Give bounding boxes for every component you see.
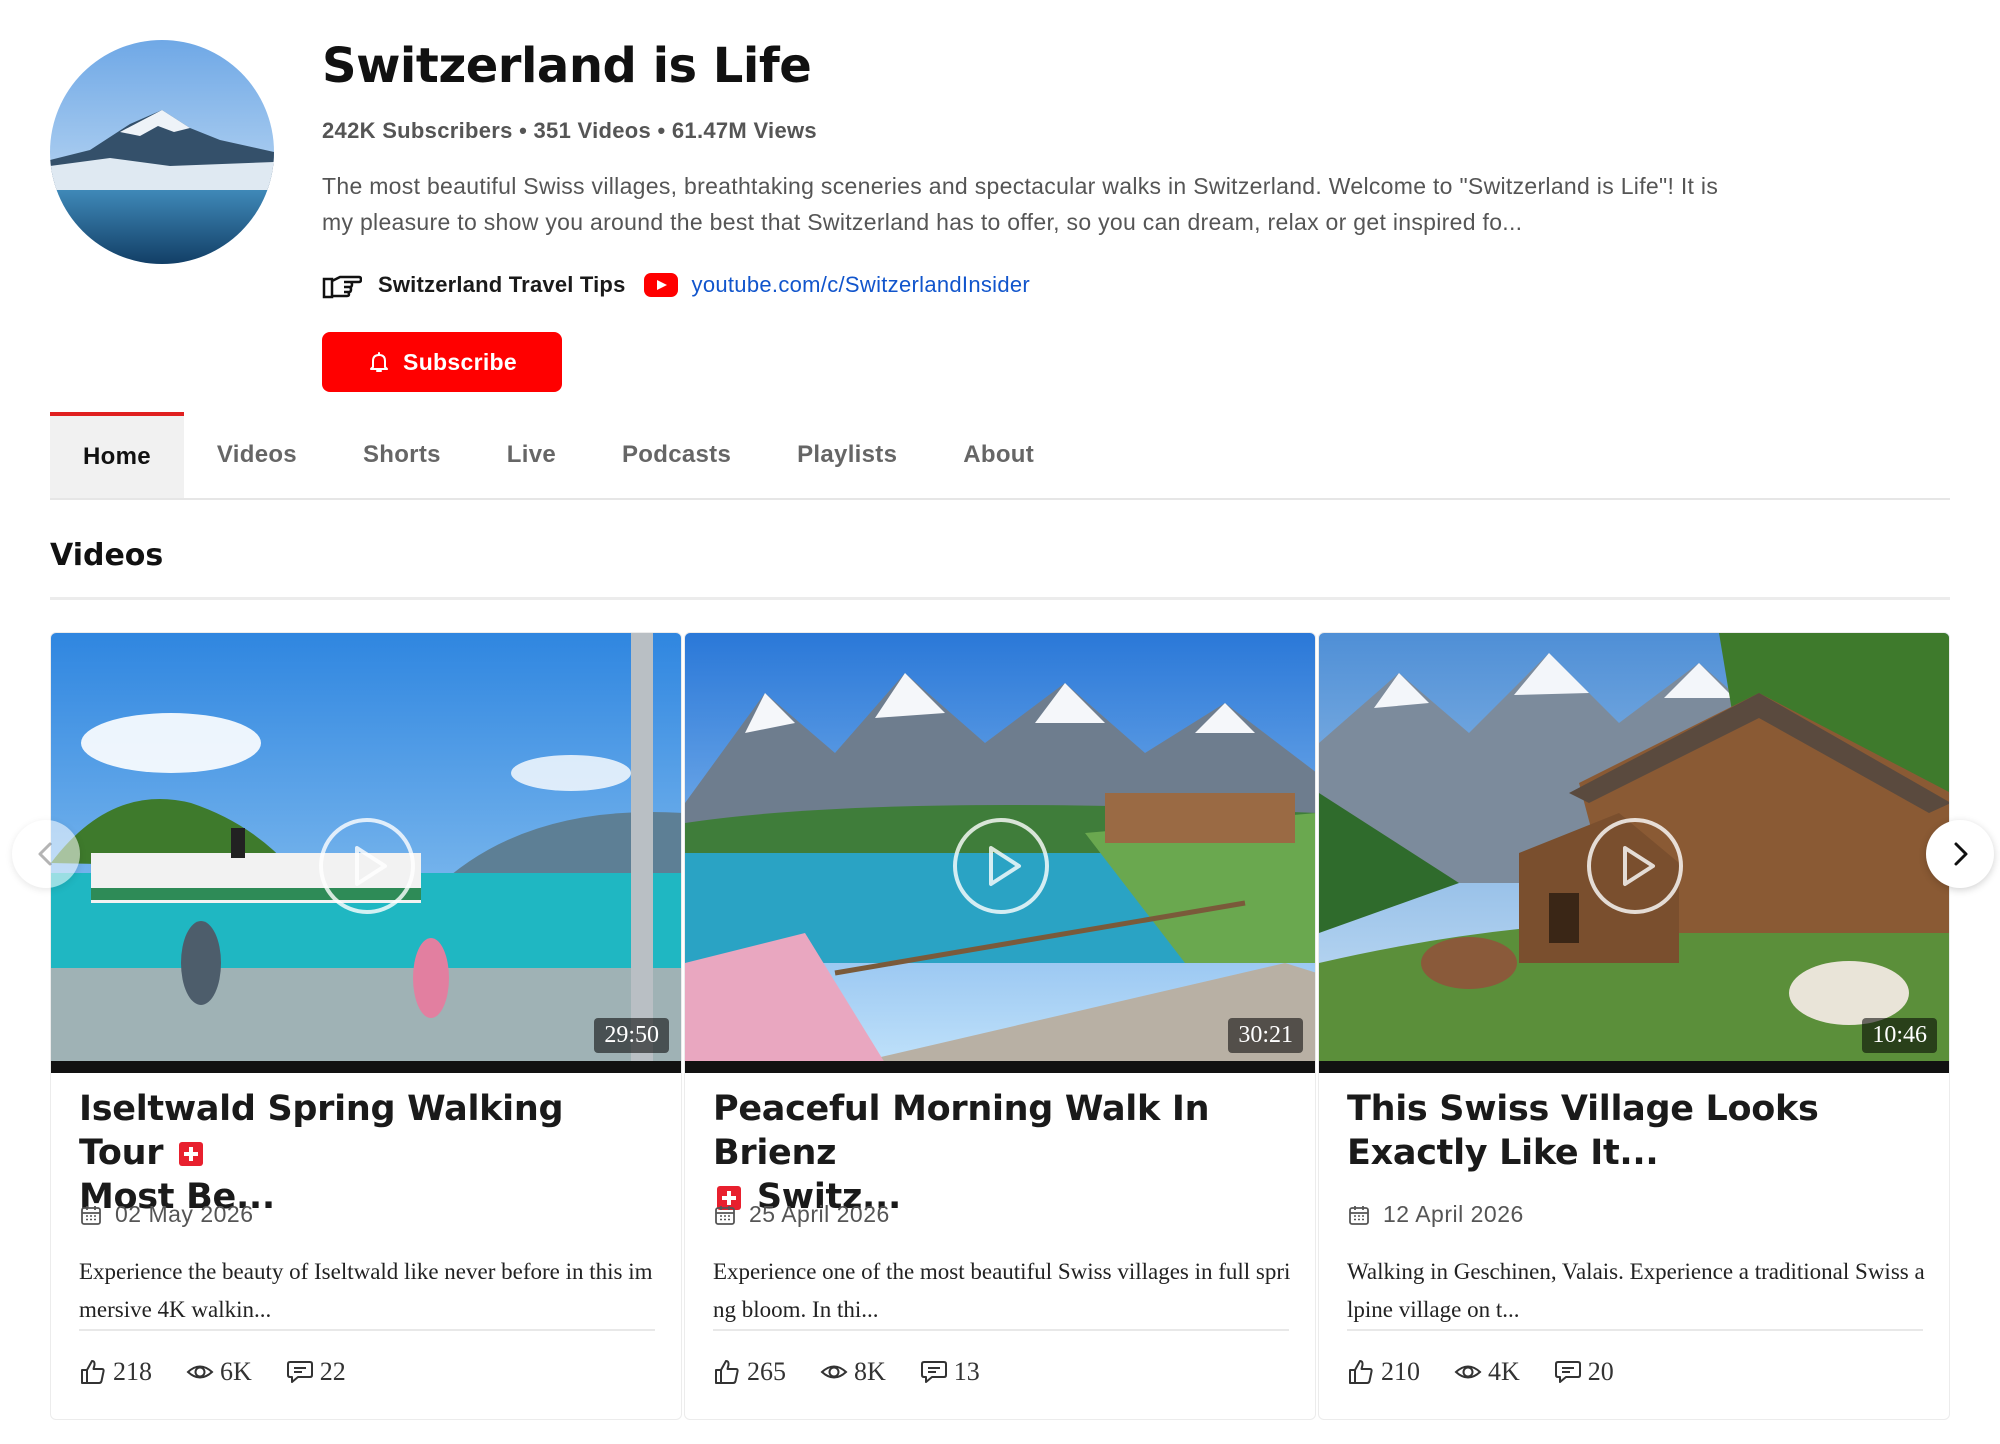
swiss-flag-icon (179, 1142, 204, 1166)
thumbnail-bar (1319, 1061, 1949, 1073)
thumbs-up-icon (1349, 1360, 1373, 1384)
eye-icon (1454, 1365, 1482, 1379)
comment-icon (286, 1361, 313, 1383)
carousel-next-button[interactable] (1926, 820, 1994, 888)
likes-stat: 265 (713, 1357, 786, 1387)
video-stats: 210 4K 20 (1347, 1357, 1648, 1387)
video-thumbnail[interactable]: 30:21 (685, 633, 1315, 1073)
card-divider (79, 1329, 655, 1331)
thumbnail-bar (51, 1061, 681, 1073)
card-divider (1347, 1329, 1923, 1331)
tab-shorts[interactable]: Shorts (330, 412, 474, 498)
thumbs-up-icon (81, 1360, 105, 1384)
comments-stat: 22 (286, 1357, 346, 1387)
thumbnail-bar (685, 1061, 1315, 1073)
video-title[interactable]: Iseltwald Spring Walking Tour Most Be... (79, 1087, 659, 1219)
thumbs-up-icon (715, 1360, 739, 1384)
views-stat: 8K (820, 1357, 886, 1387)
chevron-left-icon (38, 842, 52, 866)
video-card[interactable]: 30:21 Peaceful Morning Walk In Brienz Sw… (684, 632, 1316, 1420)
card-divider (713, 1329, 1289, 1331)
youtube-icon (643, 273, 678, 297)
pointing-hand-icon (322, 275, 362, 299)
play-icon[interactable] (317, 816, 417, 916)
video-description: Experience the beauty of Iseltwald like … (79, 1259, 653, 1322)
video-duration: 29:50 (594, 1018, 669, 1053)
comment-icon (920, 1361, 947, 1383)
channel-links: Switzerland Travel Tips youtube.com/c/Sw… (322, 268, 1030, 302)
play-icon[interactable] (1585, 816, 1685, 916)
comments-stat: 13 (920, 1357, 980, 1387)
video-title[interactable]: Peaceful Morning Walk In Brienz Switz... (713, 1087, 1293, 1219)
channel-description: The most beautiful Swiss villages, breat… (322, 173, 1719, 235)
tab-live[interactable]: Live (474, 412, 589, 498)
video-card[interactable]: 10:46 This Swiss Village Looks Exactly L… (1318, 632, 1950, 1420)
calendar-icon (1349, 1205, 1369, 1225)
subscribe-label: Subscribe (403, 348, 517, 375)
play-icon[interactable] (951, 816, 1051, 916)
tab-about[interactable]: About (930, 412, 1067, 498)
channel-title: Switzerland is Life (322, 38, 812, 94)
video-description: Walking in Geschinen, Valais. Experience… (1347, 1259, 1925, 1322)
video-title[interactable]: This Swiss Village Looks Exactly Like It… (1347, 1087, 1927, 1175)
likes-stat: 218 (79, 1357, 152, 1387)
bell-icon (370, 352, 389, 372)
travel-tips-label: Switzerland Travel Tips (378, 272, 626, 297)
views-stat: 6K (186, 1357, 252, 1387)
section-title: Videos (50, 538, 164, 573)
channel-tabs: Home Videos Shorts Live Podcasts Playlis… (50, 412, 1950, 500)
video-duration: 30:21 (1228, 1018, 1303, 1053)
video-date: 12 April 2026 (1347, 1201, 1524, 1228)
tab-playlists[interactable]: Playlists (764, 412, 930, 498)
chevron-right-icon (1954, 842, 1968, 866)
calendar-icon (715, 1205, 735, 1225)
video-date: 02 May 2026 (79, 1201, 253, 1228)
channel-avatar (50, 40, 274, 264)
eye-icon (186, 1365, 214, 1379)
comments-stat: 20 (1554, 1357, 1614, 1387)
likes-stat: 210 (1347, 1357, 1420, 1387)
views-stat: 4K (1454, 1357, 1520, 1387)
channel-stats: 242K Subscribers • 351 Videos • 61.47M V… (322, 118, 817, 143)
video-carousel: 29:50 Iseltwald Spring Walking Tour Most… (50, 632, 1950, 1422)
video-thumbnail[interactable]: 29:50 (51, 633, 681, 1073)
eye-icon (820, 1365, 848, 1379)
carousel-prev-button[interactable] (12, 820, 80, 888)
calendar-icon (81, 1205, 101, 1225)
section-divider (50, 597, 1950, 600)
channel-url-link[interactable]: youtube.com/c/SwitzerlandInsider (692, 272, 1031, 298)
tab-podcasts[interactable]: Podcasts (589, 412, 764, 498)
video-duration: 10:46 (1862, 1018, 1937, 1053)
video-description: Experience one of the most beautiful Swi… (713, 1259, 1291, 1322)
comment-icon (1554, 1361, 1581, 1383)
subscribe-button[interactable]: Subscribe (322, 332, 562, 392)
video-stats: 218 6K 22 (79, 1357, 380, 1387)
video-thumbnail[interactable]: 10:46 (1319, 633, 1949, 1073)
video-stats: 265 8K 13 (713, 1357, 1014, 1387)
tab-videos[interactable]: Videos (184, 412, 330, 498)
tab-home[interactable]: Home (50, 412, 184, 498)
video-card[interactable]: 29:50 Iseltwald Spring Walking Tour Most… (50, 632, 682, 1420)
video-date: 25 April 2026 (713, 1201, 890, 1228)
